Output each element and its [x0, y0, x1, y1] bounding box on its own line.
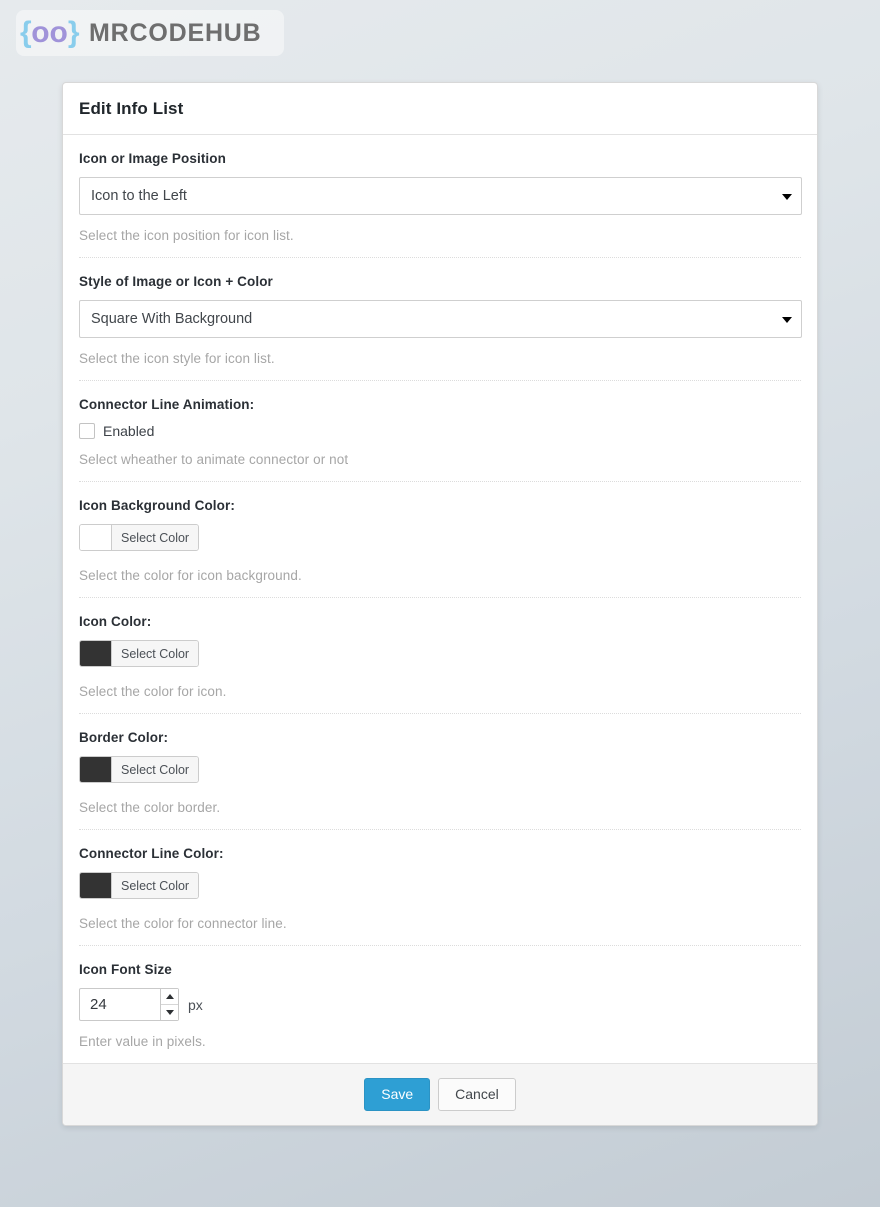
select-value: Icon to the Left: [79, 177, 802, 215]
input-value: 24: [90, 996, 107, 1013]
field-border-color: Border Color: Select Color Select the co…: [79, 714, 801, 830]
panel-footer: Save Cancel: [63, 1063, 817, 1125]
logo-bar: {oo} MRCODEHUB: [0, 0, 880, 80]
checkbox-label: Enabled: [103, 423, 155, 439]
icon-font-size-input[interactable]: 24: [79, 988, 179, 1021]
field-label: Connector Line Animation:: [79, 397, 255, 412]
enabled-checkbox[interactable]: [79, 423, 95, 439]
select-color-label: Select Color: [112, 757, 199, 782]
chevron-down-icon: [782, 317, 792, 323]
field-icon-color: Icon Color: Select Color Select the colo…: [79, 598, 801, 714]
color-swatch: [80, 641, 112, 666]
panel-body: Icon or Image Position Icon to the Left …: [63, 135, 817, 1063]
save-button[interactable]: Save: [364, 1078, 431, 1111]
stepper-down-button[interactable]: [161, 1004, 178, 1020]
field-label: Connector Line Color:: [79, 846, 224, 861]
page-title: Edit Info List: [79, 99, 184, 118]
select-color-label: Select Color: [112, 873, 199, 898]
field-help: Select wheather to animate connector or …: [79, 452, 349, 467]
logo-wordmark: MRCODEHUB: [89, 18, 262, 47]
field-help: Select the color for icon.: [79, 684, 227, 699]
caret-down-icon: [165, 1010, 174, 1015]
logo-brace-close: }: [67, 16, 80, 49]
field-connector-animation: Connector Line Animation: Enabled Select…: [79, 381, 801, 482]
icon-position-select[interactable]: Icon to the Left: [79, 177, 802, 215]
connector-animation-row: Enabled: [79, 423, 801, 439]
color-swatch: [80, 873, 112, 898]
panel-header: Edit Info List: [63, 83, 817, 135]
field-icon-position: Icon or Image Position Icon to the Left …: [79, 135, 802, 258]
border-color-picker[interactable]: Select Color: [79, 756, 200, 783]
site-logo[interactable]: {oo} MRCODEHUB: [16, 10, 284, 56]
edit-info-list-panel: Edit Info List Icon or Image Position Ic…: [62, 82, 818, 1126]
unit-label: px: [188, 996, 203, 1013]
field-label: Border Color:: [79, 730, 169, 745]
field-help: Enter value in pixels.: [79, 1034, 206, 1049]
chevron-down-icon: [782, 194, 792, 200]
select-color-label: Select Color: [112, 525, 199, 550]
icon-style-select[interactable]: Square With Background: [79, 300, 802, 338]
logo-brace-open: {: [20, 16, 32, 49]
quantity-stepper: [160, 989, 178, 1020]
field-icon-background-color: Icon Background Color: Select Color Sele…: [79, 482, 801, 598]
icon-background-color-picker[interactable]: Select Color: [79, 524, 200, 551]
logo-mark-icon: {oo}: [20, 16, 80, 49]
field-icon-font-size: Icon Font Size 24 px Enter value in pixe…: [79, 946, 801, 1063]
field-label: Icon Font Size: [79, 962, 172, 977]
field-help: Select the color for icon background.: [79, 568, 302, 583]
select-color-label: Select Color: [112, 641, 199, 666]
color-swatch: [80, 757, 112, 782]
logo-oo: oo: [31, 16, 68, 49]
select-value: Square With Background: [79, 300, 802, 338]
field-label: Style of Image or Icon + Color: [79, 274, 273, 289]
stepper-up-button[interactable]: [161, 989, 178, 1004]
field-help: Select the icon style for icon list.: [79, 351, 275, 366]
field-help: Select the color border.: [79, 800, 221, 815]
field-help: Select the color for connector line.: [79, 916, 287, 931]
connector-line-color-picker[interactable]: Select Color: [79, 872, 200, 899]
color-swatch: [80, 525, 112, 550]
icon-color-picker[interactable]: Select Color: [79, 640, 200, 667]
icon-font-size-row: 24 px: [79, 988, 801, 1021]
field-help: Select the icon position for icon list.: [79, 228, 294, 243]
cancel-button[interactable]: Cancel: [438, 1078, 516, 1111]
caret-up-icon: [165, 994, 174, 999]
field-icon-style: Style of Image or Icon + Color Square Wi…: [79, 258, 802, 381]
field-label: Icon Background Color:: [79, 498, 235, 513]
field-label: Icon or Image Position: [79, 151, 226, 166]
field-connector-line-color: Connector Line Color: Select Color Selec…: [79, 830, 801, 946]
field-label: Icon Color:: [79, 614, 152, 629]
